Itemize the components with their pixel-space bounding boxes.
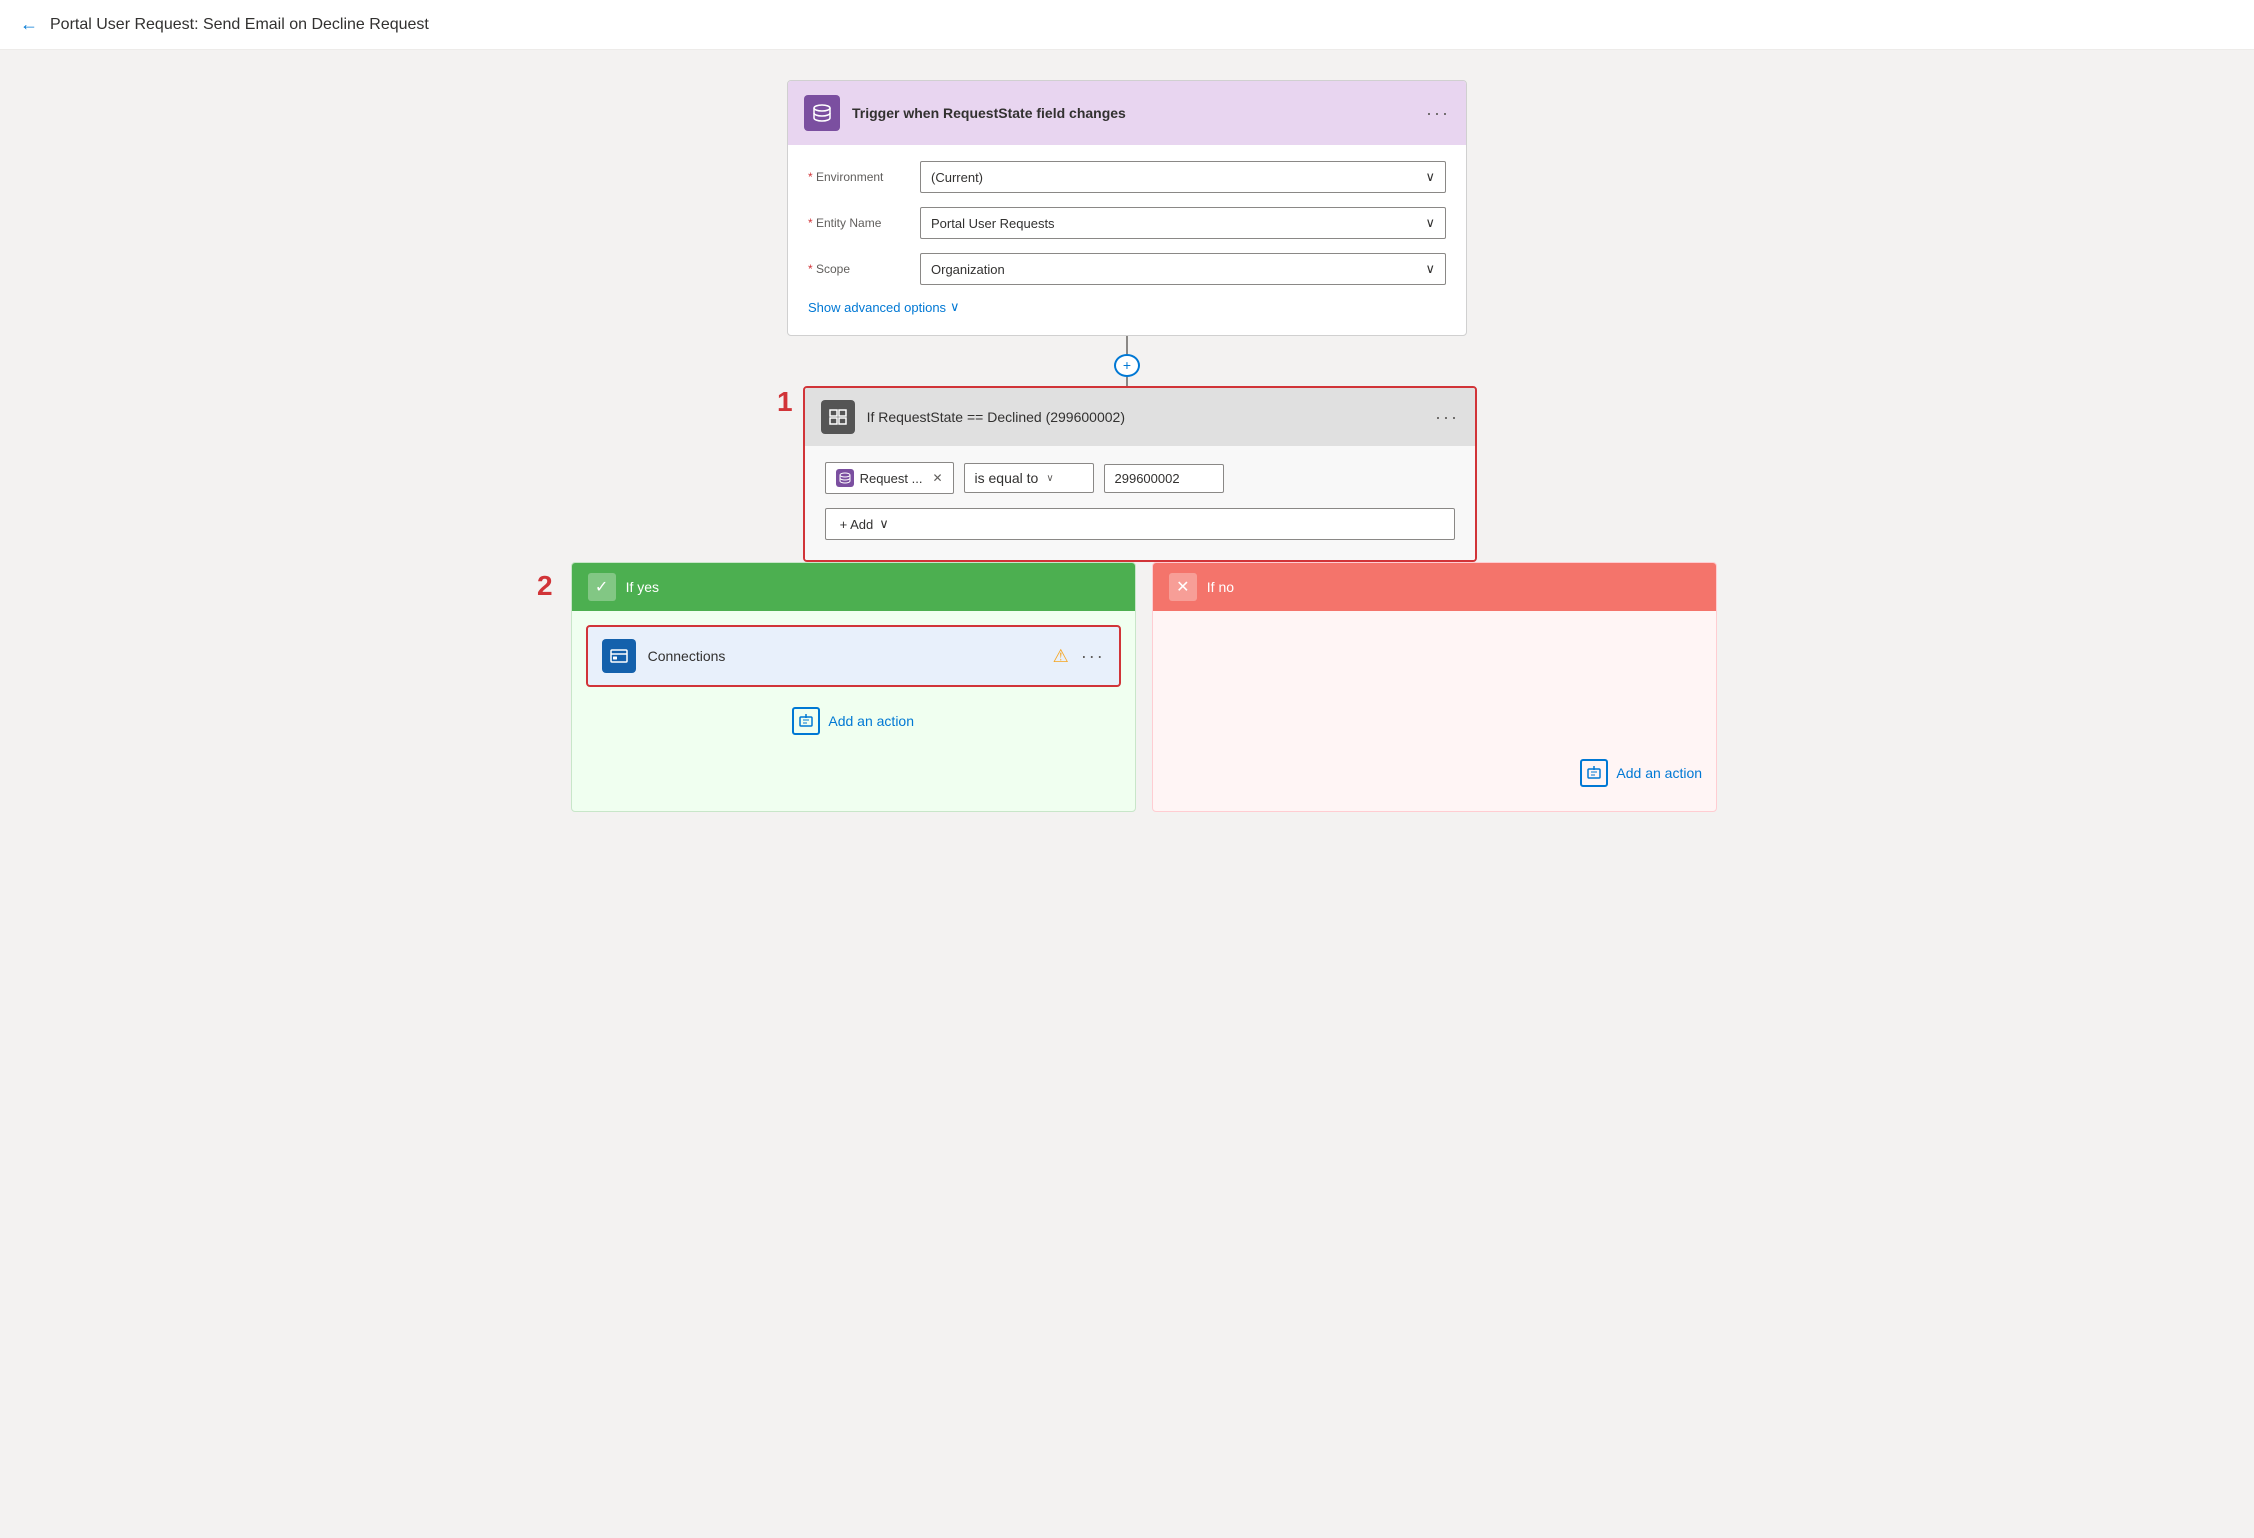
token-close-button[interactable]: ✕: [932, 471, 942, 485]
environment-field-row: * Environment (Current) ∨: [808, 161, 1446, 193]
branch-yes: ✓ If yes Connections ⚠ ···: [571, 562, 1136, 812]
condition-body: Request ... ✕ is equal to ∨ 299600002 + …: [805, 446, 1475, 560]
branch-no-header: ✕ If no: [1153, 563, 1716, 611]
top-bar: ← Portal User Request: Send Email on Dec…: [0, 0, 2254, 50]
condition-header-left: If RequestState == Declined (299600002): [821, 400, 1125, 434]
environment-label: * Environment: [808, 170, 908, 184]
branch-no: ✕ If no Add an action: [1152, 562, 1717, 812]
scope-chevron: ∨: [1425, 261, 1435, 277]
condition-title: If RequestState == Declined (299600002): [867, 409, 1125, 425]
add-action-yes-label: Add an action: [828, 713, 914, 729]
condition-token: Request ... ✕: [825, 462, 954, 494]
condition-value: 299600002: [1104, 464, 1224, 493]
trigger-header: Trigger when RequestState field changes …: [788, 81, 1466, 145]
page-title: Portal User Request: Send Email on Decli…: [50, 16, 429, 34]
scope-value: Organization: [931, 262, 1005, 277]
add-action-no-label: Add an action: [1616, 765, 1702, 781]
entity-label: * Entity Name: [808, 216, 908, 230]
branch-yes-content: Connections ⚠ ··· Add an action: [572, 611, 1135, 811]
trigger-header-left: Trigger when RequestState field changes: [804, 95, 1126, 131]
warning-icon: ⚠: [1053, 646, 1069, 667]
connections-action-icon: [602, 639, 636, 673]
connector-line-top: [1126, 336, 1128, 354]
trigger-icon: [804, 95, 840, 131]
entity-dropdown[interactable]: Portal User Requests ∨: [920, 207, 1446, 239]
branch-no-x-icon: ✕: [1169, 573, 1197, 601]
back-button[interactable]: ←: [20, 14, 38, 35]
branch-no-label: If no: [1207, 579, 1234, 595]
condition-operator-select[interactable]: is equal to ∨: [964, 463, 1094, 493]
environment-chevron: ∨: [1425, 169, 1435, 185]
entity-field-row: * Entity Name Portal User Requests ∨: [808, 207, 1446, 239]
condition-add-button[interactable]: + Add ∨: [825, 508, 1455, 540]
connector: +: [1114, 336, 1140, 386]
condition-row: Request ... ✕ is equal to ∨ 299600002: [825, 462, 1455, 494]
connections-more-button[interactable]: ···: [1081, 646, 1105, 667]
scope-field-row: * Scope Organization ∨: [808, 253, 1446, 285]
advanced-options-link[interactable]: Show advanced options ∨: [808, 299, 1446, 315]
condition-header: If RequestState == Declined (299600002) …: [805, 388, 1475, 446]
trigger-title: Trigger when RequestState field changes: [852, 105, 1126, 121]
connections-action[interactable]: Connections ⚠ ···: [586, 625, 1121, 687]
trigger-more-button[interactable]: ···: [1426, 103, 1450, 124]
scope-label: * Scope: [808, 262, 908, 276]
advanced-options-label: Show advanced options: [808, 300, 946, 315]
connections-label: Connections: [648, 648, 1041, 664]
entity-value: Portal User Requests: [931, 216, 1055, 231]
branch-yes-label: If yes: [626, 579, 659, 595]
add-chevron: ∨: [879, 516, 889, 532]
advanced-options-chevron: ∨: [950, 299, 960, 315]
trigger-body: * Environment (Current) ∨ * Entity Name …: [788, 145, 1466, 335]
condition-icon: [821, 400, 855, 434]
add-action-yes-button[interactable]: Add an action: [586, 707, 1121, 735]
operator-chevron: ∨: [1046, 473, 1053, 484]
add-label: + Add: [840, 517, 874, 532]
add-step-button[interactable]: +: [1114, 354, 1140, 377]
canvas: Trigger when RequestState field changes …: [0, 50, 2254, 842]
add-action-no-button[interactable]: Add an action: [1580, 759, 1702, 787]
condition-more-button[interactable]: ···: [1435, 407, 1459, 428]
branch-yes-header: ✓ If yes: [572, 563, 1135, 611]
condition-block: If RequestState == Declined (299600002) …: [803, 386, 1477, 562]
add-action-no-icon: [1580, 759, 1608, 787]
environment-value: (Current): [931, 170, 983, 185]
add-action-yes-icon: [792, 707, 820, 735]
branch-no-content: Add an action: [1153, 611, 1716, 811]
branch-yes-check-icon: ✓: [588, 573, 616, 601]
token-text: Request ...: [860, 471, 923, 486]
token-icon: [836, 469, 854, 487]
trigger-block: Trigger when RequestState field changes …: [787, 80, 1467, 336]
operator-text: is equal to: [975, 470, 1039, 486]
step-number-2: 2: [537, 570, 553, 602]
scope-dropdown[interactable]: Organization ∨: [920, 253, 1446, 285]
environment-dropdown[interactable]: (Current) ∨: [920, 161, 1446, 193]
step-number-1: 1: [777, 386, 793, 418]
entity-chevron: ∨: [1425, 215, 1435, 231]
connector-line-bottom: [1126, 377, 1128, 386]
